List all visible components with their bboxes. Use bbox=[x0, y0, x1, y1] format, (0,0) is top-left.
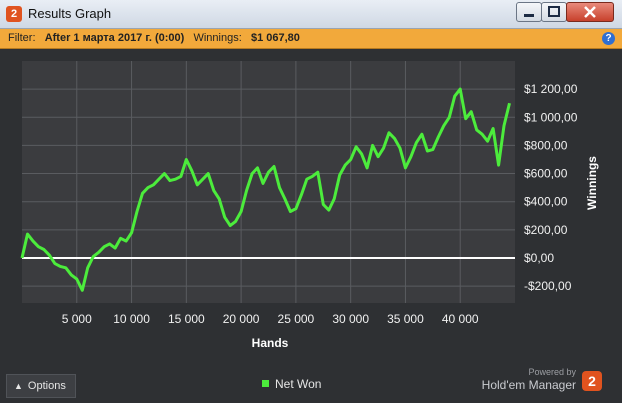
x-tick-label: 5 000 bbox=[62, 312, 92, 326]
y-tick-label: $0,00 bbox=[524, 251, 554, 265]
options-label: Options bbox=[27, 380, 66, 392]
x-axis-ticks: 5 000 10 000 15 000 20 000 25 000 30 000 35 00… bbox=[62, 312, 479, 326]
powered-by-text: Powered by bbox=[528, 367, 576, 377]
net-won-legend-swatch bbox=[262, 380, 269, 387]
y-tick-label: $600,00 bbox=[524, 167, 568, 181]
x-tick-label: 10 000 bbox=[113, 312, 150, 326]
branding: Powered by Hold'em Manager 2 bbox=[480, 366, 610, 396]
x-tick-label: 30 000 bbox=[332, 312, 369, 326]
product-name: Hold'em Manager bbox=[481, 378, 576, 392]
x-tick-label: 40 000 bbox=[442, 312, 479, 326]
legend-label-net-won: Net Won bbox=[275, 377, 322, 391]
chevron-up-icon: ▲ bbox=[14, 381, 23, 391]
y-tick-label: -$200,00 bbox=[524, 279, 572, 293]
x-axis-title: Hands bbox=[252, 336, 289, 350]
y-tick-label: $1 000,00 bbox=[524, 110, 578, 124]
y-tick-label: $1 200,00 bbox=[524, 82, 578, 96]
hm2-logo-icon: 2 bbox=[582, 371, 602, 391]
y-tick-label: $200,00 bbox=[524, 223, 568, 237]
chart-legend: Net Won bbox=[262, 377, 321, 391]
y-tick-label: $400,00 bbox=[524, 195, 568, 209]
x-tick-label: 35 000 bbox=[387, 312, 424, 326]
net-won-series-line bbox=[20, 87, 511, 292]
x-tick-label: 25 000 bbox=[278, 312, 315, 326]
x-tick-label: 20 000 bbox=[223, 312, 260, 326]
chart-grid bbox=[22, 61, 515, 303]
y-axis-title: Winnings bbox=[585, 156, 599, 210]
y-tick-label: $800,00 bbox=[524, 138, 568, 152]
results-line-chart: 5 000 10 000 15 000 20 000 25 000 30 000 35 00… bbox=[20, 61, 599, 350]
results-graph-window: 2 Results Graph Filter: After 1 марта 20… bbox=[0, 0, 622, 403]
x-tick-label: 15 000 bbox=[168, 312, 205, 326]
y-axis-ticks: $1 200,00 $1 000,00 $800,00 $600,00 $400,00 $… bbox=[524, 82, 578, 293]
options-button[interactable]: ▲ Options bbox=[6, 374, 76, 398]
